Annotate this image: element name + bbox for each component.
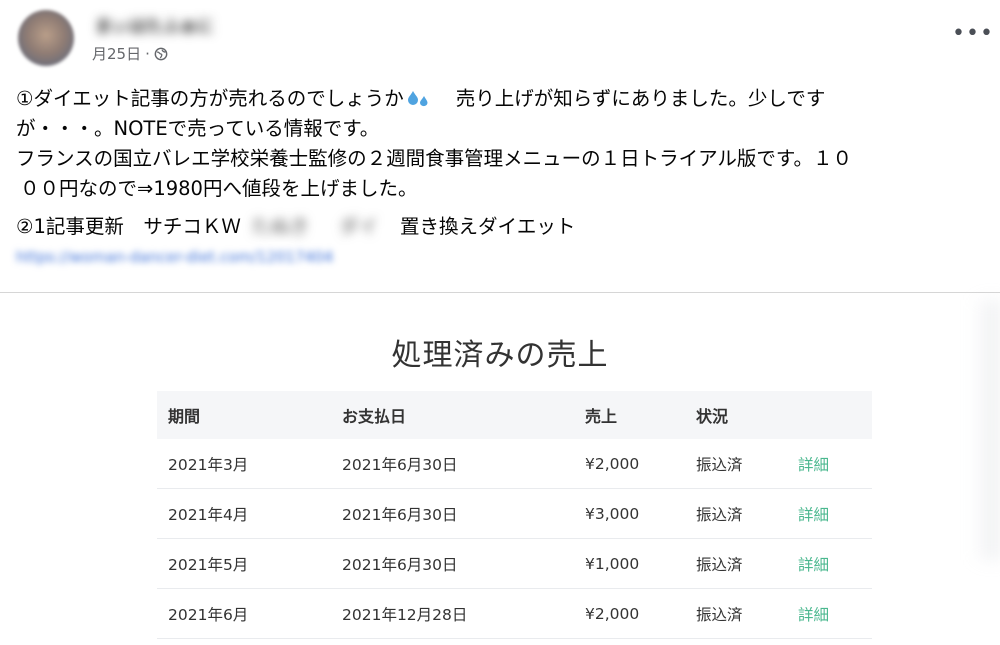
post-paragraph-2: ②1記事更新 サチコＫＷ たぬき ダイ 置き換えダイエット — [16, 212, 991, 242]
meta-separator: · — [145, 44, 150, 63]
post-meta: 月25日 · — [92, 43, 168, 64]
column-header-action — [787, 391, 872, 439]
table-row: 2021年6月 2021年12月28日 ¥2,000 振込済 詳細 — [157, 588, 872, 639]
cell-payment-date: 2021年12月28日 — [331, 588, 574, 639]
cell-amount: ¥1,000 — [574, 538, 685, 589]
avatar[interactable] — [18, 10, 74, 66]
post-text-line: ①ダイエット記事の方が売れるのでしょうか — [16, 87, 404, 110]
cell-status: 振込済 — [685, 439, 787, 489]
column-header-period: 期間 — [157, 391, 331, 439]
post-text-line: フランスの国立バレエ学校栄養士監修の２週間食事管理メニューの１日トライアル版です… — [16, 147, 852, 170]
cell-amount: ¥2,000 — [574, 439, 685, 489]
column-header-payment-date: お支払日 — [331, 391, 574, 439]
column-header-amount: 売上 — [574, 391, 685, 439]
sales-table: 期間 お支払日 売上 状況 2021年3月 2021年6月30日 ¥2,000 … — [157, 391, 872, 639]
detail-link[interactable]: 詳細 — [798, 556, 829, 574]
cell-payment-date: 2021年6月30日 — [331, 439, 574, 489]
globe-icon[interactable] — [154, 47, 168, 61]
post-text-line: が・・・。NOTEで売っている情報です。 — [16, 117, 380, 140]
blurred-keyword: たぬき — [250, 215, 310, 238]
cell-payment-date: 2021年6月30日 — [331, 488, 574, 539]
cell-status: 振込済 — [685, 538, 787, 589]
cell-period: 2021年5月 — [157, 538, 331, 589]
post-paragraph-1: ①ダイエット記事の方が売れるのでしょうか 売り上げが知らずにありました。少しです… — [16, 84, 991, 204]
post-header: まぃはたふぁに 月25日 · ••• — [0, 0, 1000, 75]
cell-period: 2021年6月 — [157, 588, 331, 639]
more-horizontal-icon: ••• — [952, 21, 994, 46]
cell-period: 2021年3月 — [157, 439, 331, 489]
table-header-row: 期間 お支払日 売上 状況 — [157, 391, 872, 439]
detail-link[interactable]: 詳細 — [798, 506, 829, 524]
blurred-keyword: ダイ — [339, 215, 379, 238]
post-text-line: 売り上げが知らずにありました。少しです — [455, 87, 826, 110]
cell-amount: ¥3,000 — [574, 488, 685, 539]
cell-status: 振込済 — [685, 588, 787, 639]
column-header-status: 状況 — [685, 391, 787, 439]
table-row: 2021年4月 2021年6月30日 ¥3,000 振込済 詳細 — [157, 488, 872, 539]
table-row: 2021年3月 2021年6月30日 ¥2,000 振込済 詳細 — [157, 439, 872, 489]
post-link[interactable]: https://woman-dancer-diet.com/12017404 — [16, 248, 333, 266]
cell-amount: ¥2,000 — [574, 588, 685, 639]
cell-status: 振込済 — [685, 488, 787, 539]
cell-period: 2021年4月 — [157, 488, 331, 539]
post-text-line: ②1記事更新 サチコＫＷ — [16, 215, 241, 238]
detail-link[interactable]: 詳細 — [798, 456, 829, 474]
author-name[interactable]: まぃはたふぁに — [95, 12, 260, 34]
sweat-droplets-icon — [407, 91, 428, 107]
more-options-button[interactable]: ••• — [952, 22, 993, 52]
sales-title: 処理済みの売上 — [391, 338, 609, 373]
cell-payment-date: 2021年6月30日 — [331, 538, 574, 589]
post-text-line: ００円なので⇒1980円へ値段を上げました。 — [20, 177, 418, 200]
detail-link[interactable]: 詳細 — [798, 606, 829, 624]
post-date[interactable]: 月25日 — [92, 43, 141, 64]
post-text: ①ダイエット記事の方が売れるのでしょうか 売り上げが知らずにありました。少しです… — [16, 84, 991, 242]
post-text-line: 置き換えダイエット — [400, 215, 576, 238]
table-row: 2021年5月 2021年6月30日 ¥1,000 振込済 詳細 — [157, 538, 872, 589]
